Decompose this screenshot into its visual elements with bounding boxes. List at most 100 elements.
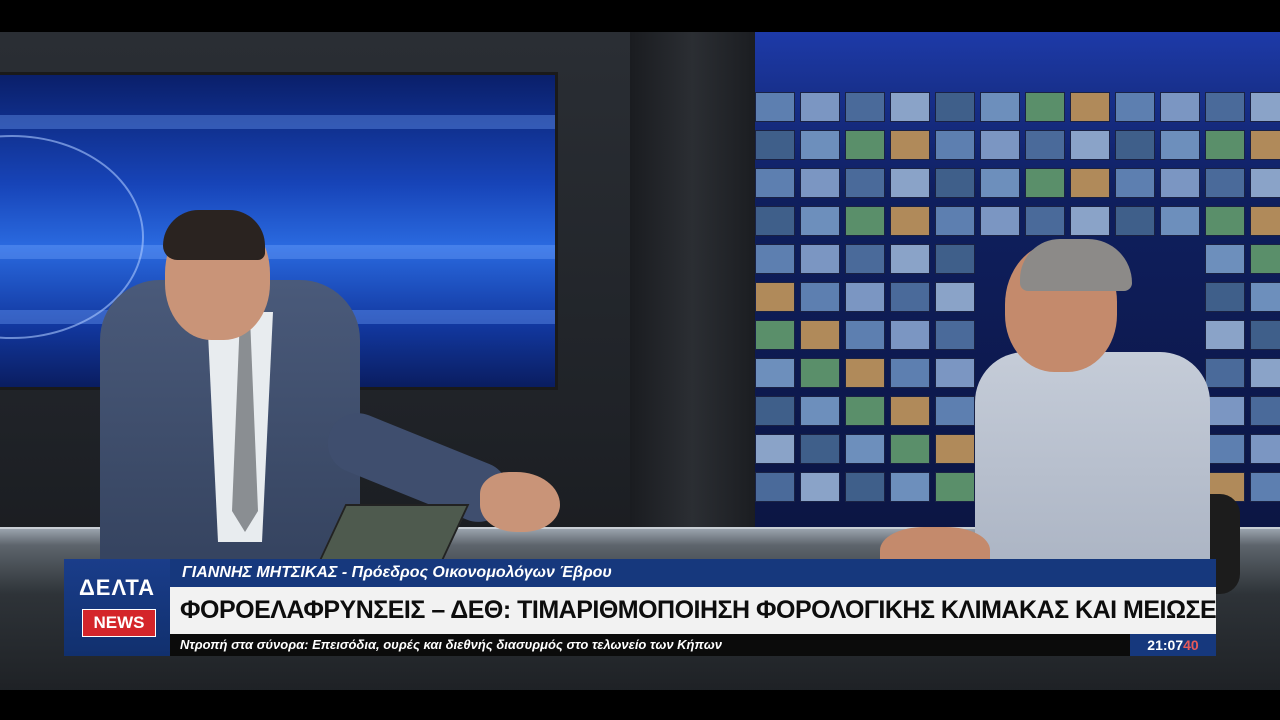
video-wall-tile [845,434,885,464]
video-wall-tile [1115,130,1155,160]
video-wall-tile [935,282,975,312]
video-wall-tile [845,320,885,350]
guest-shirt [975,352,1210,592]
video-wall-tile [890,472,930,502]
video-wall-tile [845,206,885,236]
video-wall-tile [890,358,930,388]
host-hand [480,472,560,532]
video-wall-tile [935,320,975,350]
video-wall-tile [845,130,885,160]
video-wall-tile [800,396,840,426]
video-wall-tile [1205,206,1245,236]
clock-hours-minutes: 21:07 [1147,637,1184,653]
video-wall-tile [1025,168,1065,198]
video-wall-tile [935,472,975,502]
studio-pillar [630,32,755,572]
video-wall-tile [1250,244,1280,274]
video-wall-tile [755,320,795,350]
video-wall-tile [755,130,795,160]
video-wall-tile [890,396,930,426]
video-wall-tile [1025,92,1065,122]
video-wall-tile [1160,206,1200,236]
video-wall-tile [890,282,930,312]
video-wall-tile [890,320,930,350]
video-wall-tile [800,168,840,198]
video-wall-tile [755,244,795,274]
video-wall-tile [1160,92,1200,122]
video-wall-tile [755,282,795,312]
video-wall-tile [1205,168,1245,198]
video-wall-tile [845,282,885,312]
video-wall-tile [800,472,840,502]
video-wall-tile [1205,282,1245,312]
video-wall-tile [845,168,885,198]
letterbox-bottom [0,690,1280,720]
headline-bar: ΦΟΡΟΕΛΑΦΡΥΝΣΕΙΣ – ΔΕΘ: ΤΙΜΑΡΙΘΜΟΠΟΙΗΣΗ Φ… [170,587,1216,634]
video-wall-tile [935,168,975,198]
video-wall-tile [800,244,840,274]
video-wall-tile [1205,130,1245,160]
video-wall-tile [1070,168,1110,198]
video-wall-tile [935,434,975,464]
video-wall-tile [935,92,975,122]
video-wall-tile [890,130,930,160]
video-wall-tile [800,206,840,236]
video-wall-tile [1205,396,1245,426]
channel-logo: ΔΕΛΤΑ NEWS [64,559,170,656]
video-wall-tile [1070,130,1110,160]
video-wall-tile [755,472,795,502]
video-wall-tile [755,434,795,464]
video-wall-tile [845,92,885,122]
video-wall-tile [1160,168,1200,198]
video-wall-tile [890,206,930,236]
video-wall-tile [755,206,795,236]
video-wall-tile [890,434,930,464]
video-wall-tile [1205,320,1245,350]
video-wall-tile [800,358,840,388]
video-wall-tile [755,168,795,198]
video-wall-tile [890,168,930,198]
video-wall-tile [1250,472,1280,502]
video-wall-tile [1205,244,1245,274]
video-wall-tile [935,130,975,160]
video-wall-tile [1250,434,1280,464]
video-wall-tile [845,358,885,388]
video-wall-tile [1025,130,1065,160]
speaker-name-bar: ΓΙΑΝΝΗΣ ΜΗΤΣΙΚΑΣ - Πρόεδρος Οικονομολόγω… [170,559,1216,587]
video-wall-tile [800,282,840,312]
clock: 21:0740 [1130,634,1216,656]
video-wall-tile [935,396,975,426]
video-wall-tile [800,320,840,350]
video-wall-tile [980,206,1020,236]
video-wall-tile [935,358,975,388]
video-wall-tile [755,358,795,388]
video-wall-tile [1205,92,1245,122]
logo-delta-text: ΔΕΛΤΑ [78,575,156,600]
video-wall-tile [1250,92,1280,122]
video-wall-tile [1115,92,1155,122]
video-wall-tile [1250,282,1280,312]
video-wall-tile [1250,130,1280,160]
video-wall-tile [935,206,975,236]
host-hair [163,210,265,260]
video-wall-tile [980,130,1020,160]
video-wall-tile [800,130,840,160]
video-wall-tile [1160,130,1200,160]
news-ticker: Ντροπή στα σύνορα: Επεισόδια, ουρές και … [170,634,1130,656]
video-wall-tile [845,396,885,426]
video-wall-tile [800,92,840,122]
video-wall-tile [1070,206,1110,236]
letterbox-top [0,0,1280,32]
video-wall-tile [755,396,795,426]
video-wall-tile [1250,206,1280,236]
video-wall-tile [1250,358,1280,388]
video-wall-tile [1070,92,1110,122]
screen-stripe [0,115,555,129]
video-wall-tile [1250,168,1280,198]
video-wall-tile [845,472,885,502]
video-wall-tile [890,92,930,122]
video-wall-tile [1115,206,1155,236]
video-wall-tile [755,92,795,122]
video-wall-tile [1025,206,1065,236]
video-wall-tile [1250,396,1280,426]
